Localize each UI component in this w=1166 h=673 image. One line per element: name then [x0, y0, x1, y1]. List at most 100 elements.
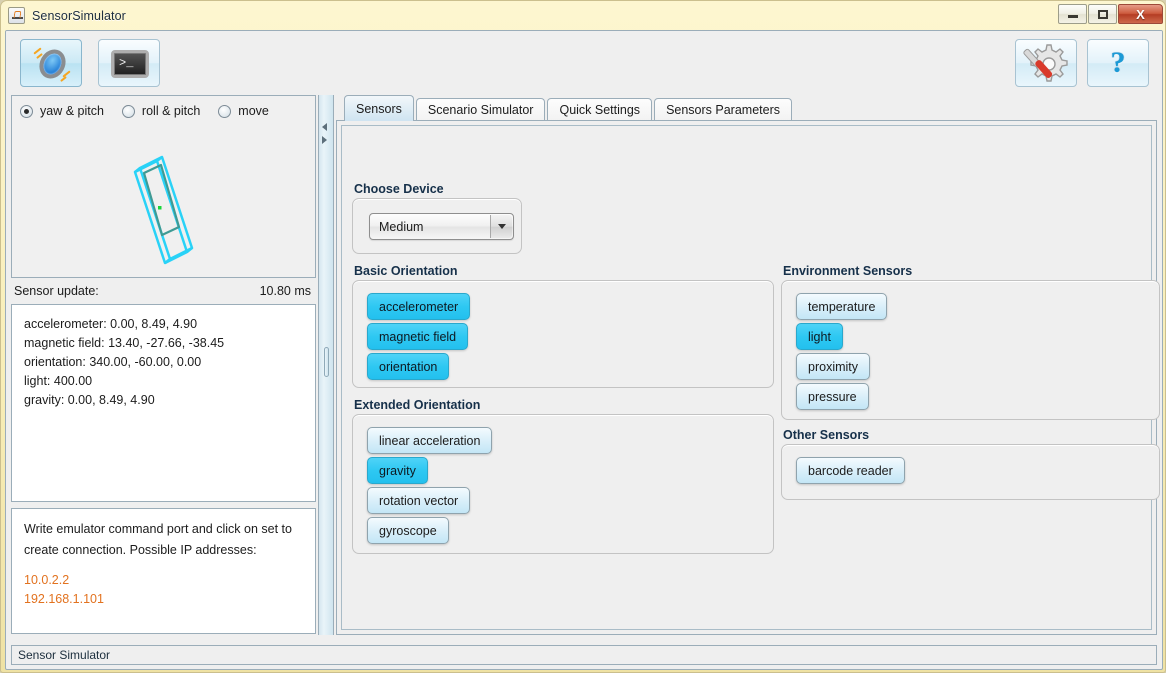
- gear-screwdriver-icon: [1016, 40, 1076, 86]
- sensor-button-linear-acceleration[interactable]: linear acceleration: [367, 427, 493, 454]
- sensor-button-label: light: [808, 329, 831, 344]
- radio-yaw-pitch[interactable]: yaw & pitch: [20, 104, 104, 118]
- sensor-button-temperature[interactable]: temperature: [796, 293, 888, 320]
- minimize-button[interactable]: [1058, 4, 1087, 24]
- radio-move-label: move: [238, 104, 269, 118]
- chevron-down-icon[interactable]: [490, 215, 512, 238]
- extended-orientation-label: Extended Orientation: [354, 398, 481, 412]
- readout-line: accelerometer: 0.00, 8.49, 4.90: [24, 317, 198, 331]
- orientation-mode-radios: yaw & pitch roll & pitch move: [20, 104, 269, 118]
- client-area: ? yaw & pitch roll & pitch: [5, 30, 1163, 670]
- sensor-button-accelerometer[interactable]: accelerometer: [367, 293, 471, 320]
- sensor-button-light[interactable]: light: [796, 323, 843, 350]
- sensor-button-label: orientation: [379, 359, 438, 374]
- tab-sensors[interactable]: Sensors: [344, 95, 414, 121]
- radio-move[interactable]: move: [218, 104, 269, 118]
- sensor-button-label: barcode reader: [808, 463, 893, 478]
- tab-sensors-label: Sensors: [356, 101, 402, 116]
- divider-grip[interactable]: [324, 347, 329, 377]
- sensor-update-value: 10.80 ms: [259, 284, 311, 298]
- sensor-button-label: accelerometer: [379, 299, 459, 314]
- sensor-button-label: pressure: [808, 389, 857, 404]
- sensor-update-label: Sensor update:: [14, 284, 99, 298]
- readout-line: gravity: 0.00, 8.49, 4.90: [24, 393, 155, 407]
- close-icon: X: [1136, 6, 1145, 22]
- tab-strip: Sensors Scenario Simulator Quick Setting…: [336, 95, 794, 121]
- tab-panel: Choose Device Medium Basic Orientation a…: [336, 120, 1160, 635]
- sensor-button-gravity[interactable]: gravity: [367, 457, 428, 484]
- basic-orientation-group: accelerometer magnetic field orientation: [352, 280, 774, 388]
- orientation-preview-panel: yaw & pitch roll & pitch move: [11, 95, 316, 278]
- sensor-button-label: temperature: [808, 299, 876, 314]
- window-title: SensorSimulator: [32, 8, 126, 23]
- radio-roll-pitch-label: roll & pitch: [141, 104, 201, 118]
- split-pane: yaw & pitch roll & pitch move Sensor upd…: [11, 95, 1160, 635]
- status-bar: Sensor Simulator: [11, 645, 1157, 665]
- sensor-icon: [21, 40, 81, 86]
- sensors-tab-content: Choose Device Medium Basic Orientation a…: [341, 125, 1160, 630]
- sensor-button-label: proximity: [808, 359, 859, 374]
- divider-collapse-arrows[interactable]: [322, 123, 327, 149]
- question-mark-icon: ?: [1110, 46, 1126, 79]
- radio-dot-icon: [218, 104, 232, 118]
- other-sensors-label: Other Sensors: [783, 428, 870, 442]
- radio-dot-icon: [121, 104, 135, 118]
- sensor-button-barcode-reader[interactable]: barcode reader: [796, 457, 905, 484]
- connection-instructions: Write emulator command port and click on…: [24, 522, 292, 557]
- sensor-button-pressure[interactable]: pressure: [796, 383, 869, 410]
- device-select[interactable]: Medium: [369, 213, 514, 240]
- telnet-console-button[interactable]: [98, 39, 160, 87]
- sensor-button-label: linear acceleration: [379, 433, 481, 448]
- ip-address-1: 10.0.2.2: [24, 573, 70, 587]
- extended-orientation-group: linear acceleration gravity rotation vec…: [352, 414, 774, 554]
- readout-line: orientation: 340.00, -60.00, 0.00: [24, 355, 202, 369]
- application-window: SensorSimulator X >_ ? yaw & pitch roll …: [0, 0, 1166, 673]
- radio-dot-icon: [20, 104, 33, 118]
- window-controls: X: [1058, 4, 1163, 24]
- sensor-button-magnetic-field[interactable]: magnetic field: [367, 323, 469, 350]
- sensor-button-label: rotation vector: [379, 493, 459, 508]
- maximize-button[interactable]: [1088, 4, 1117, 24]
- java-coffee-icon: [8, 7, 25, 24]
- environment-sensors-group: temperature light proximity pressure: [781, 280, 1160, 420]
- tab-scenario-simulator[interactable]: Scenario Simulator: [415, 98, 546, 121]
- sensor-button-label: magnetic field: [379, 329, 457, 344]
- sensor-button-label: gyroscope: [379, 523, 437, 538]
- ip-address-2: 192.168.1.101: [24, 592, 104, 606]
- sensor-simulator-button[interactable]: [20, 39, 82, 87]
- phone-wireframe[interactable]: [12, 126, 317, 276]
- status-text: Sensor Simulator: [18, 648, 111, 662]
- basic-orientation-label: Basic Orientation: [354, 264, 458, 278]
- radio-yaw-pitch-label: yaw & pitch: [40, 104, 104, 118]
- tab-quick-settings-label: Quick Settings: [559, 103, 641, 117]
- radio-roll-pitch[interactable]: roll & pitch: [121, 104, 201, 118]
- sensor-update-row: Sensor update: 10.80 ms: [11, 280, 316, 302]
- terminal-icon: [111, 50, 149, 78]
- right-panel: Sensors Scenario Simulator Quick Setting…: [336, 95, 1160, 635]
- choose-device-group: Medium: [352, 198, 522, 254]
- sensor-button-rotation-vector[interactable]: rotation vector: [367, 487, 471, 514]
- tab-scenario-simulator-label: Scenario Simulator: [427, 103, 534, 117]
- tab-sensors-parameters[interactable]: Sensors Parameters: [654, 98, 792, 121]
- readout-line: light: 400.00: [24, 374, 93, 388]
- toolbar: ?: [6, 31, 1162, 93]
- help-button[interactable]: ?: [1087, 39, 1149, 87]
- sensor-button-proximity[interactable]: proximity: [796, 353, 871, 380]
- close-button[interactable]: X: [1118, 4, 1163, 24]
- split-divider[interactable]: [318, 95, 334, 635]
- choose-device-label: Choose Device: [354, 182, 444, 196]
- readout-line: magnetic field: 13.40, -27.66, -38.45: [24, 336, 225, 350]
- sensor-button-gyroscope[interactable]: gyroscope: [367, 517, 449, 544]
- chevron-left-icon[interactable]: [322, 123, 327, 131]
- other-sensors-group: barcode reader: [781, 444, 1160, 500]
- device-select-value: Medium: [379, 219, 424, 234]
- tab-sensors-parameters-label: Sensors Parameters: [666, 103, 780, 117]
- settings-button[interactable]: [1015, 39, 1077, 87]
- connection-message-box: Write emulator command port and click on…: [11, 508, 316, 634]
- sensor-button-orientation[interactable]: orientation: [367, 353, 450, 380]
- left-panel: yaw & pitch roll & pitch move Sensor upd…: [11, 95, 316, 635]
- sensor-readout-box: accelerometer: 0.00, 8.49, 4.90 magnetic…: [11, 304, 316, 502]
- tab-quick-settings[interactable]: Quick Settings: [547, 98, 653, 121]
- chevron-right-icon[interactable]: [322, 136, 327, 144]
- sensor-button-label: gravity: [379, 463, 416, 478]
